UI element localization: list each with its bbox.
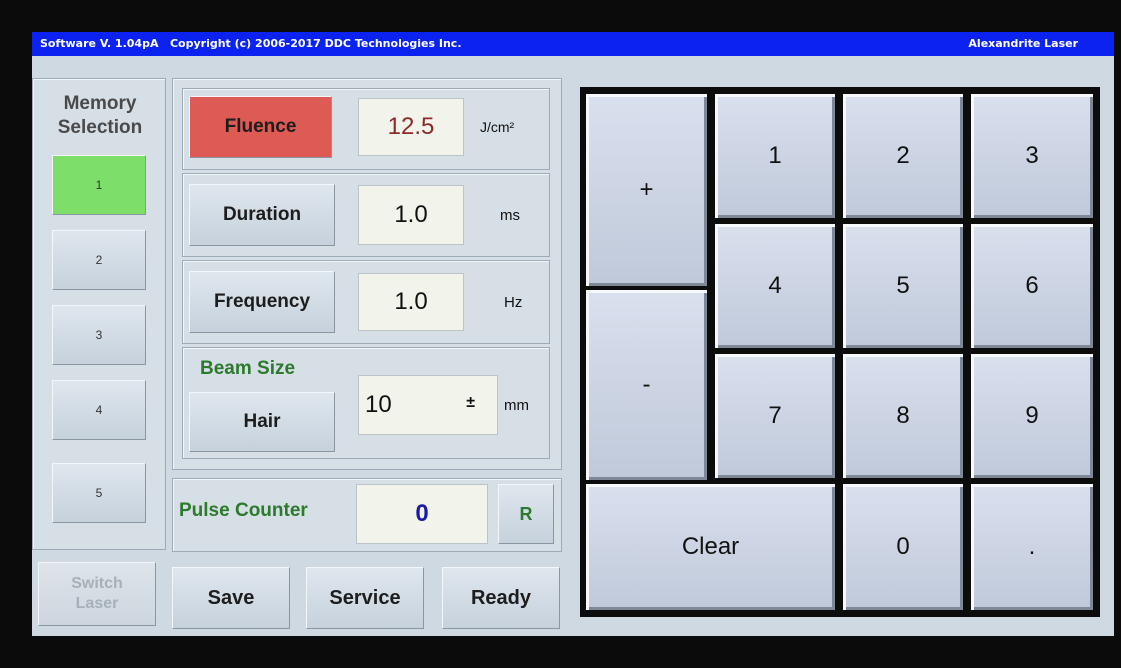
key-1[interactable]: 1 (713, 92, 837, 220)
memory-selection-title: Memory Selection (38, 92, 162, 140)
key-7[interactable]: 7 (713, 352, 837, 480)
frequency-unit: Hz (504, 293, 523, 311)
memory-slot-2[interactable]: 2 (52, 230, 146, 290)
memory-slot-4[interactable]: 4 (52, 380, 146, 440)
key-minus-label: - (642, 371, 651, 398)
dropdown-arrow-icon[interactable]: ± (466, 394, 475, 412)
key-6[interactable]: 6 (969, 222, 1095, 350)
key-4[interactable]: 4 (713, 222, 837, 350)
key-8-label: 8 (896, 402, 910, 429)
beam-size-title: Beam Size (200, 358, 296, 379)
frequency-label: Frequency (213, 291, 311, 312)
save-button[interactable]: Save (172, 567, 290, 629)
beam-mode-button[interactable]: Hair (189, 392, 335, 452)
key-7-label: 7 (768, 402, 782, 429)
memory-slot-label: 2 (95, 253, 103, 267)
pulse-counter-value: 0 (356, 484, 488, 544)
fluence-unit: J/cm² (480, 119, 515, 135)
key-4-label: 4 (768, 272, 782, 299)
laser-type: Alexandrite Laser (968, 37, 1078, 50)
save-label: Save (207, 586, 255, 609)
touch-screen: Software V. 1.04pA Copyright (c) 2006-20… (32, 32, 1114, 636)
memory-slot-3[interactable]: 3 (52, 305, 146, 365)
key-plus-label: + (639, 176, 654, 203)
key-0[interactable]: 0 (841, 482, 965, 612)
frequency-button[interactable]: Frequency (189, 271, 335, 333)
reset-counter-button[interactable]: R (498, 484, 554, 544)
memory-slot-label: 4 (95, 403, 103, 417)
ready-button[interactable]: Ready (442, 567, 560, 629)
fluence-button[interactable]: Fluence (189, 96, 332, 158)
key-8[interactable]: 8 (841, 352, 965, 480)
memory-title-line2: Selection (57, 117, 143, 138)
key-plus[interactable]: + (584, 92, 709, 288)
memory-slot-label: 1 (95, 178, 103, 192)
duration-button[interactable]: Duration (189, 184, 335, 246)
memory-slot-5[interactable]: 5 (52, 463, 146, 523)
reset-counter-label: R (519, 503, 533, 524)
memory-slot-label: 3 (95, 328, 103, 342)
key-1-label: 1 (768, 142, 782, 169)
key-3-label: 3 (1025, 142, 1039, 169)
service-button[interactable]: Service (306, 567, 424, 629)
memory-title-line1: Memory (63, 93, 137, 114)
duration-unit: ms (500, 206, 520, 224)
duration-value[interactable]: 1.0 (358, 185, 464, 245)
key-5[interactable]: 5 (841, 222, 965, 350)
switch-laser-button[interactable]: Switch Laser (38, 562, 156, 626)
switch-laser-line1: Switch (71, 575, 123, 592)
fluence-value[interactable]: 12.5 (358, 98, 464, 156)
fluence-label: Fluence (224, 116, 297, 137)
memory-slot-1[interactable]: 1 (52, 155, 146, 215)
key-decimal-label: . (1028, 533, 1036, 560)
software-version: Software V. 1.04pA (40, 37, 159, 50)
duration-label: Duration (222, 204, 302, 225)
switch-laser-line2: Laser (75, 595, 119, 612)
beam-mode-label: Hair (243, 411, 281, 432)
ready-label: Ready (470, 586, 532, 609)
key-0-label: 0 (896, 533, 910, 560)
beam-size-unit: mm (504, 396, 529, 414)
key-clear-label: Clear (681, 533, 740, 560)
pulse-counter-label: Pulse Counter (179, 500, 308, 521)
key-decimal[interactable]: . (969, 482, 1095, 612)
memory-slot-label: 5 (95, 486, 103, 500)
key-clear[interactable]: Clear (584, 482, 837, 612)
software-info: Software V. 1.04pA Copyright (c) 2006-20… (40, 32, 462, 56)
key-3[interactable]: 3 (969, 92, 1095, 220)
service-label: Service (329, 586, 401, 609)
key-2[interactable]: 2 (841, 92, 965, 220)
key-9-label: 9 (1025, 402, 1039, 429)
key-minus[interactable]: - (584, 288, 709, 482)
copyright-text: Copyright (c) 2006-2017 DDC Technologies… (169, 37, 462, 50)
frequency-value[interactable]: 1.0 (358, 273, 464, 331)
key-5-label: 5 (896, 272, 910, 299)
key-6-label: 6 (1025, 272, 1039, 299)
title-bar: Software V. 1.04pA Copyright (c) 2006-20… (32, 32, 1114, 56)
key-2-label: 2 (896, 142, 910, 169)
key-9[interactable]: 9 (969, 352, 1095, 480)
beam-size-select[interactable]: 10 ± (358, 375, 498, 435)
beam-size-value: 10 (365, 391, 392, 418)
